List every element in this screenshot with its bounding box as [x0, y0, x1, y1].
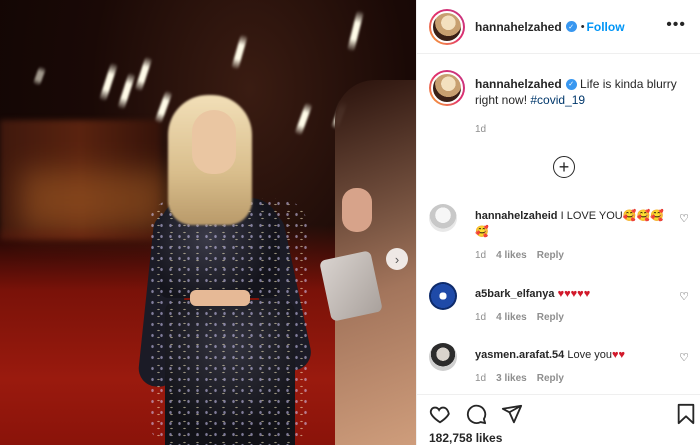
heart-outline-icon[interactable] — [429, 403, 451, 425]
author-username[interactable]: hannahelzahed — [475, 20, 562, 34]
comment-likes[interactable]: 4 likes — [496, 312, 527, 323]
comment-body: hannahelzaheid I LOVE YOU🥰🥰🥰🥰 — [475, 208, 665, 240]
comment-item: a5bark_elfanya ♥♥♥♥♥ 1d 4 likes Reply ♡ — [429, 282, 691, 330]
caption-username[interactable]: hannahelzahed — [475, 77, 562, 91]
caption-timestamp[interactable]: 1d — [475, 124, 486, 135]
caption-avatar[interactable] — [429, 70, 465, 106]
load-more-comments-button[interactable]: + — [553, 156, 575, 178]
verified-badge-icon: ✓ — [565, 79, 577, 91]
comment-username[interactable]: yasmen.arafat.54 — [475, 349, 564, 361]
like-comment-icon[interactable]: ♡ — [679, 290, 689, 303]
paper-plane-icon[interactable] — [501, 403, 523, 425]
comment-username[interactable]: a5bark_elfanya — [475, 288, 555, 300]
comment-time[interactable]: 1d — [475, 373, 486, 384]
comment-body: a5bark_elfanya ♥♥♥♥♥ — [475, 286, 665, 302]
avatar-image — [431, 10, 463, 43]
reply-button[interactable]: Reply — [537, 312, 564, 323]
commenter-avatar[interactable] — [429, 282, 457, 310]
chevron-right-icon: › — [394, 251, 400, 267]
comment-likes[interactable]: 4 likes — [496, 250, 527, 261]
action-bar: 182,758 likes — [417, 394, 700, 445]
comment-time[interactable]: 1d — [475, 250, 486, 261]
comment-text: Love you — [567, 349, 612, 361]
light-streak — [231, 33, 248, 71]
sequin-sparkles — [148, 198, 308, 445]
light-streak — [347, 9, 364, 53]
post-header: hannahelzahed ✓ • Follow ••• — [417, 0, 700, 54]
figure-waist — [190, 290, 250, 306]
like-comment-icon[interactable]: ♡ — [679, 212, 689, 225]
light-streak — [154, 89, 173, 125]
next-photo-button[interactable]: › — [386, 248, 408, 270]
light-streak — [32, 65, 47, 87]
comment-time[interactable]: 1d — [475, 312, 486, 323]
commenter-avatar[interactable] — [429, 204, 457, 232]
commenter-avatar[interactable] — [429, 343, 457, 371]
bookmark-icon[interactable] — [675, 403, 697, 425]
likes-count[interactable]: 182,758 likes — [429, 431, 502, 445]
follow-button[interactable]: Follow — [587, 20, 625, 34]
comment-meta: 1d 4 likes Reply — [475, 250, 564, 261]
comment-hearts: ♥♥♥♥♥ — [557, 288, 591, 300]
verified-badge-icon: ✓ — [565, 21, 577, 32]
comment-item: yasmen.arafat.54 Love you♥♥ 1d 3 likes R… — [429, 343, 691, 391]
comment-text: I LOVE YOU — [560, 210, 623, 222]
avatar-image — [431, 72, 463, 104]
comment-meta: 1d 4 likes Reply — [475, 312, 564, 323]
light-streak — [117, 71, 136, 111]
separator-dot: • — [580, 20, 585, 33]
comment-meta: 1d 3 likes Reply — [475, 373, 564, 384]
comment-item: hannahelzaheid I LOVE YOU🥰🥰🥰🥰 1d 4 likes… — [429, 204, 691, 264]
background-glow — [20, 170, 170, 230]
light-streak — [134, 55, 153, 93]
comment-body: yasmen.arafat.54 Love you♥♥ — [475, 347, 665, 363]
reply-button[interactable]: Reply — [537, 373, 564, 384]
post-photo[interactable]: › — [0, 0, 416, 445]
photographer-hand — [342, 188, 372, 232]
caption-body: hannahelzahed ✓ Life is kinda blurry righ… — [475, 76, 691, 108]
author-avatar[interactable] — [429, 8, 465, 45]
figure-face — [192, 110, 236, 174]
plus-icon: + — [558, 157, 570, 177]
comment-hearts: ♥♥ — [612, 349, 626, 361]
comment-username[interactable]: hannahelzaheid — [475, 210, 558, 222]
light-streak — [98, 61, 119, 103]
post-caption: hannahelzahed ✓ Life is kinda blurry righ… — [429, 70, 691, 108]
comment-bubble-icon[interactable] — [465, 403, 487, 425]
hashtag-link[interactable]: #covid_19 — [530, 93, 585, 107]
comment-likes[interactable]: 3 likes — [496, 373, 527, 384]
light-streak — [294, 101, 313, 137]
like-comment-icon[interactable]: ♡ — [679, 351, 689, 364]
reply-button[interactable]: Reply — [537, 250, 564, 261]
more-options-icon[interactable]: ••• — [666, 16, 686, 34]
post-sidebar: hannahelzahed ✓ • Follow ••• hannahelzah… — [416, 0, 700, 445]
